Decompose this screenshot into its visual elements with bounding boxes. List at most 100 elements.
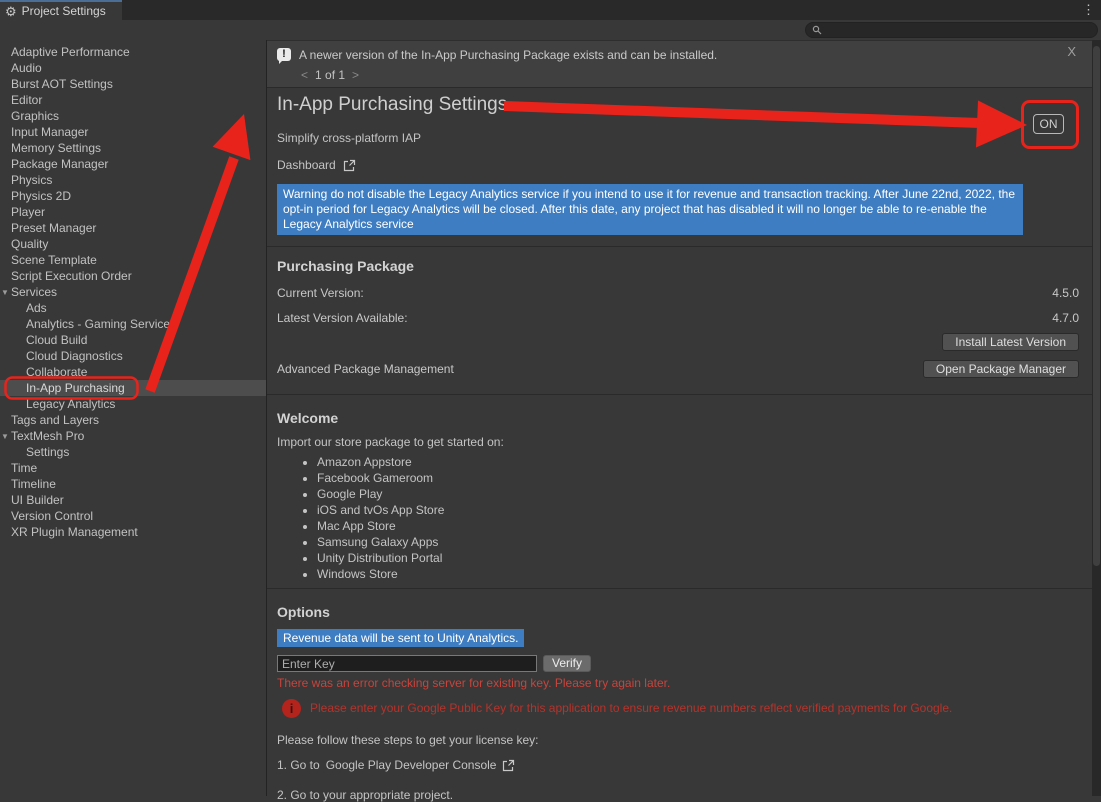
store-list: Amazon Appstore Facebook Gameroom Google…: [277, 454, 1079, 582]
pager-prev-icon[interactable]: <: [301, 68, 308, 82]
latest-version-value: 4.7.0: [1052, 311, 1079, 325]
notification-message: A newer version of the In-App Purchasing…: [299, 48, 717, 62]
update-notification-banner: ! A newer version of the In-App Purchasi…: [267, 40, 1092, 88]
divider: [267, 588, 1093, 589]
sidebar-item[interactable]: ▼ Physics: [0, 172, 266, 188]
gear-icon: ⚙: [5, 5, 17, 18]
kebab-menu-icon[interactable]: ⋮: [1082, 2, 1095, 18]
foldout-triangle-icon[interactable]: ▼: [1, 285, 9, 301]
title-bar: ⚙ Project Settings ⋮: [0, 0, 1101, 20]
sidebar-item[interactable]: ▼ Ads: [0, 300, 266, 316]
sidebar-item-label: Preset Manager: [11, 221, 96, 235]
current-version-label: Current Version:: [277, 286, 364, 300]
sidebar-item-label: Cloud Build: [26, 333, 87, 347]
scrollbar-thumb[interactable]: [1093, 46, 1100, 566]
sidebar-item[interactable]: ▼ Preset Manager: [0, 220, 266, 236]
divider: [267, 394, 1093, 395]
store-list-item: iOS and tvOs App Store: [317, 502, 1079, 518]
sidebar-item-label: Player: [11, 205, 45, 219]
sidebar-item-label: Physics 2D: [11, 189, 71, 203]
sidebar-item[interactable]: ▼ Graphics: [0, 108, 266, 124]
key-entry-row: Verify: [277, 655, 1079, 672]
sidebar-item-label: Memory Settings: [11, 141, 101, 155]
sidebar-item[interactable]: ▼ Audio: [0, 60, 266, 76]
advanced-row: Advanced Package Management Open Package…: [277, 360, 1079, 378]
google-play-console-link[interactable]: Google Play Developer Console: [326, 758, 497, 772]
search-icon: [812, 25, 822, 35]
sidebar-item[interactable]: ▼ Input Manager: [0, 124, 266, 140]
sidebar-item[interactable]: ▼ TextMesh Pro: [0, 428, 266, 444]
sidebar-item[interactable]: ▼ Memory Settings: [0, 140, 266, 156]
sidebar-item[interactable]: ▼ Quality: [0, 236, 266, 252]
sidebar-item[interactable]: ▼ Settings: [0, 444, 266, 460]
sidebar-item[interactable]: ▼ Version Control: [0, 508, 266, 524]
sidebar-item-label: Quality: [11, 237, 48, 251]
sidebar-item-label: Script Execution Order: [11, 269, 132, 283]
latest-version-row: Latest Version Available: 4.7.0: [277, 311, 1079, 325]
sidebar-item[interactable]: ▼ Physics 2D: [0, 188, 266, 204]
sidebar-item[interactable]: ▼ Timeline: [0, 476, 266, 492]
sidebar-item[interactable]: ▼ Analytics - Gaming Services: [0, 316, 266, 332]
divider: [267, 246, 1093, 247]
store-list-item: Facebook Gameroom: [317, 470, 1079, 486]
sidebar-item-label: UI Builder: [11, 493, 64, 507]
google-key-input[interactable]: [277, 655, 537, 672]
sidebar-item-label: Collaborate: [26, 365, 87, 379]
sidebar-item[interactable]: ▼ Collaborate: [0, 364, 266, 380]
sidebar-item[interactable]: ▼ Adaptive Performance: [0, 44, 266, 60]
page-title: In-App Purchasing Settings: [277, 94, 1079, 116]
step-2-text: 2. Go to your appropriate project.: [277, 788, 1079, 802]
sidebar-item[interactable]: ▼ Editor: [0, 92, 266, 108]
latest-version-label: Latest Version Available:: [277, 311, 408, 325]
sidebar-item[interactable]: ▼ Time: [0, 460, 266, 476]
close-icon[interactable]: X: [1067, 44, 1076, 59]
sidebar-item[interactable]: ▼ Services: [0, 284, 266, 300]
verify-button[interactable]: Verify: [543, 655, 591, 672]
search-box[interactable]: [805, 22, 1098, 38]
dashboard-link[interactable]: Dashboard: [277, 158, 1079, 172]
advanced-package-label: Advanced Package Management: [277, 362, 454, 376]
sidebar-item[interactable]: ▼ Package Manager: [0, 156, 266, 172]
open-package-manager-button[interactable]: Open Package Manager: [923, 360, 1079, 378]
store-list-item: Samsung Galaxy Apps: [317, 534, 1079, 550]
page-subtitle: Simplify cross-platform IAP: [277, 131, 1079, 145]
current-version-value: 4.5.0: [1052, 286, 1079, 300]
sidebar-item[interactable]: ▼ In-App Purchasing: [0, 380, 266, 396]
server-error-text: There was an error checking server for e…: [277, 676, 1079, 690]
sidebar-item-label: Burst AOT Settings: [11, 77, 113, 91]
sidebar-item[interactable]: ▼ Cloud Diagnostics: [0, 348, 266, 364]
options-title: Options: [277, 604, 1079, 620]
vertical-scrollbar[interactable]: [1092, 40, 1101, 796]
sidebar-item-label: Package Manager: [11, 157, 108, 171]
sidebar-item-label: Services: [11, 285, 57, 299]
step-1-prefix: 1. Go to: [277, 758, 320, 772]
notification-pager: < 1 of 1 >: [301, 68, 359, 82]
search-input[interactable]: [826, 23, 1076, 37]
iap-toggle-on-button[interactable]: ON: [1033, 114, 1064, 134]
sidebar-item[interactable]: ▼ Tags and Layers: [0, 412, 266, 428]
dashboard-label: Dashboard: [277, 158, 336, 172]
sidebar-item[interactable]: ▼ Scene Template: [0, 252, 266, 268]
install-latest-version-button[interactable]: Install Latest Version: [942, 333, 1079, 351]
store-list-item: Unity Distribution Portal: [317, 550, 1079, 566]
step-1-row: 1. Go to Google Play Developer Console: [277, 758, 1079, 772]
sidebar-item[interactable]: ▼ Player: [0, 204, 266, 220]
foldout-triangle-icon[interactable]: ▼: [1, 429, 9, 445]
iap-settings-content: In-App Purchasing Settings Simplify cros…: [267, 88, 1083, 796]
main-panel: ! A newer version of the In-App Purchasi…: [267, 40, 1101, 796]
store-list-item: Mac App Store: [317, 518, 1079, 534]
sidebar-item-label: Analytics - Gaming Services: [26, 317, 176, 331]
notification-bubble-icon: !: [277, 48, 291, 61]
sidebar-item[interactable]: ▼ XR Plugin Management: [0, 524, 266, 540]
sidebar-item-label: Legacy Analytics: [26, 397, 115, 411]
sidebar-item[interactable]: ▼ Legacy Analytics: [0, 396, 266, 412]
sidebar-item[interactable]: ▼ Burst AOT Settings: [0, 76, 266, 92]
error-info-icon: i: [282, 699, 301, 718]
sidebar-item[interactable]: ▼ UI Builder: [0, 492, 266, 508]
sidebar-item-label: TextMesh Pro: [11, 429, 84, 443]
pager-next-icon[interactable]: >: [352, 68, 359, 82]
sidebar-item-label: In-App Purchasing: [26, 381, 125, 395]
sidebar-item[interactable]: ▼ Cloud Build: [0, 332, 266, 348]
sidebar-item[interactable]: ▼ Script Execution Order: [0, 268, 266, 284]
tab-project-settings[interactable]: ⚙ Project Settings: [0, 0, 122, 20]
